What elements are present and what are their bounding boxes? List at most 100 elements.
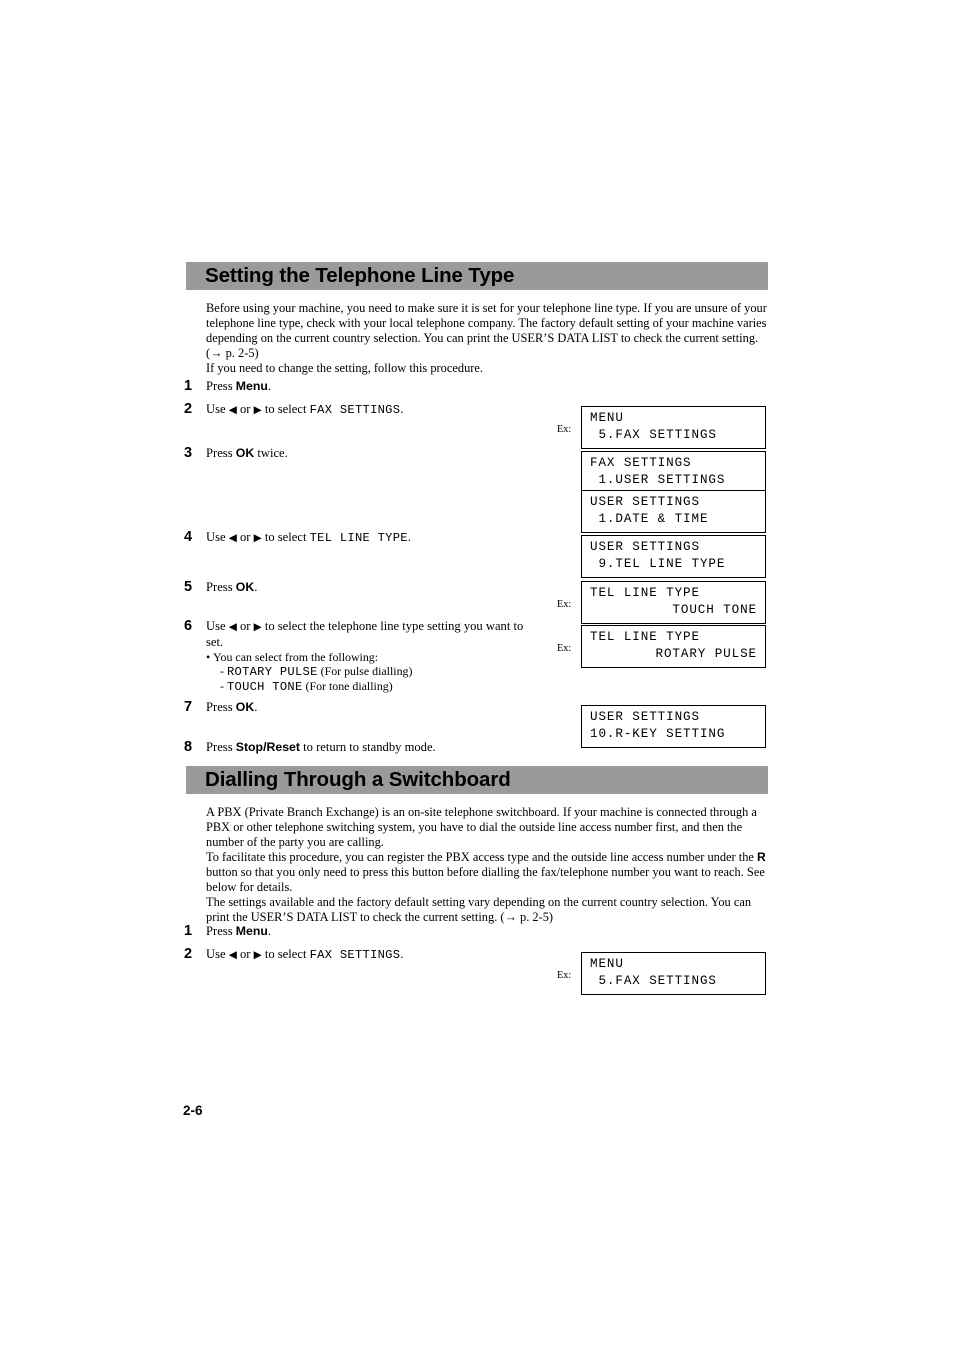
lcd-line-1: MENU — [590, 957, 624, 971]
lcd-line-1: MENU — [590, 411, 624, 425]
button-label-ok: OK — [235, 700, 255, 714]
step-text-pre: Use — [206, 530, 229, 544]
button-label-menu: Menu — [235, 924, 268, 938]
step-text-post: . — [267, 379, 272, 393]
menu-item-fax-settings: FAX SETTINGS — [309, 403, 401, 417]
right-arrow-icon: ▶ — [253, 622, 262, 633]
lcd-menu-fax-settings-2: MENU 5.FAX SETTINGS — [581, 952, 766, 995]
sublist-intro: • You can select from the following: — [206, 650, 534, 664]
step-text-post: . — [254, 580, 258, 594]
button-label-stop-reset: Stop/Reset — [235, 740, 300, 754]
option-touch-tone: TOUCH TONE — [226, 680, 303, 695]
right-arrow-icon: ▶ — [253, 533, 262, 544]
step-4: 4 Use ◀ or ▶ to select TEL LINE TYPE. — [184, 529, 564, 546]
step-number: 2 — [184, 946, 193, 962]
step-2: 2 Use ◀ or ▶ to select FAX SETTINGS. — [184, 401, 564, 418]
sublist-intro-text: You can select from the following: — [213, 650, 379, 664]
lcd-line-2: TOUCH TONE — [672, 603, 757, 617]
step-text-post: . — [407, 530, 412, 544]
lcd-user-r-key-setting: USER SETTINGS 10.R-KEY SETTING — [581, 705, 766, 748]
step-text-post: . — [400, 402, 404, 416]
step-text: Press Menu. — [206, 923, 564, 939]
lcd-line-2: ROTARY PULSE — [655, 647, 757, 661]
step-text-pre: Press — [206, 580, 236, 594]
step-text-pre: Use — [206, 402, 229, 416]
dash-icon: - — [220, 664, 224, 679]
lcd-menu-fax-settings: MENU 5.FAX SETTINGS — [581, 406, 766, 449]
menu-item-tel-line-type: TEL LINE TYPE — [309, 531, 408, 545]
step-text-mid: to select — [261, 530, 310, 544]
step-text-pre: Press — [206, 924, 236, 938]
step-text-pre: Use — [206, 619, 229, 633]
step-text-mid: to select — [261, 402, 310, 416]
lcd-fax-user-settings: FAX SETTINGS 1.USER SETTINGS — [581, 451, 766, 494]
step-text: Press OK. — [206, 699, 564, 715]
step-number: 1 — [184, 378, 193, 394]
step-1: 1 Press Menu. — [184, 378, 564, 394]
left-arrow-icon: ◀ — [228, 622, 237, 633]
bullet-icon: • — [206, 650, 211, 664]
step-number: 4 — [184, 529, 193, 545]
switchboard-paragraph-1: A PBX (Private Branch Exchange) is an on… — [206, 805, 757, 850]
left-arrow-icon: ◀ — [228, 405, 237, 416]
step-text: Use ◀ or ▶ to select FAX SETTINGS. — [206, 401, 564, 418]
lcd-line-1: TEL LINE TYPE — [590, 630, 700, 644]
switchboard-step-1: 1 Press Menu. — [184, 923, 564, 939]
step-text-post: . — [267, 924, 272, 938]
step-text-pre: Press — [206, 740, 236, 754]
intro-paragraph-1: Before using your machine, you need to m… — [206, 301, 767, 361]
section-heading-bar-telephone-line-type: Setting the Telephone Line Type — [186, 262, 768, 290]
step-7: 7 Press OK. — [184, 699, 564, 715]
intro-paragraph-2: If you need to change the setting, follo… — [206, 361, 483, 375]
lcd-line-1: USER SETTINGS — [590, 710, 700, 724]
lcd-line-1: USER SETTINGS — [590, 540, 700, 554]
lcd-ex-label: Ex: — [557, 643, 572, 654]
lcd-user-tel-line-type: USER SETTINGS 9.TEL LINE TYPE — [581, 535, 766, 578]
switchboard-paragraph-2: To facilitate this procedure, you can re… — [206, 850, 766, 895]
section-title: Setting the Telephone Line Type — [205, 263, 515, 287]
document-page: Setting the Telephone Line Type Before u… — [0, 0, 954, 1351]
section-heading-bar-dialling-through-switchboard: Dialling Through a Switchboard — [186, 766, 768, 794]
lcd-line-2: 10.R-KEY SETTING — [590, 727, 726, 741]
step-number: 2 — [184, 401, 193, 417]
option-rotary-pulse: ROTARY PULSE — [226, 665, 318, 680]
switchboard-step-2: 2 Use ◀ or ▶ to select FAX SETTINGS. — [184, 946, 564, 963]
option-touch-tone-note: (For tone dialling) — [302, 679, 393, 694]
step-text-post: to return to standby mode. — [299, 740, 436, 754]
lcd-line-2: 5.FAX SETTINGS — [590, 974, 717, 988]
menu-item-fax-settings: FAX SETTINGS — [309, 948, 401, 962]
left-arrow-icon: ◀ — [228, 950, 237, 961]
step-6-sublist: • You can select from the following: - R… — [206, 650, 534, 695]
lcd-line-1: FAX SETTINGS — [590, 456, 692, 470]
step-text-post: twice. — [254, 446, 288, 460]
lcd-line-2: 5.FAX SETTINGS — [590, 428, 717, 442]
step-text: Press OK twice. — [206, 445, 564, 461]
step-6: 6 Use ◀ or ▶ to select the telephone lin… — [184, 618, 534, 695]
dash-icon: - — [220, 679, 224, 694]
step-number: 6 — [184, 618, 193, 634]
step-text: Press Stop/Reset to return to standby mo… — [206, 739, 604, 755]
lcd-ex-label: Ex: — [557, 970, 572, 981]
step-text: Press Menu. — [206, 378, 564, 394]
lcd-tel-line-touch-tone: TEL LINE TYPE TOUCH TONE — [581, 581, 766, 624]
lcd-line-2: 1.DATE & TIME — [590, 512, 709, 526]
step-3: 3 Press OK twice. — [184, 445, 564, 461]
step-text-pre: Press — [206, 700, 236, 714]
step-text-pre: Use — [206, 947, 229, 961]
step-text: Press OK. — [206, 579, 564, 595]
lcd-tel-line-rotary-pulse: TEL LINE TYPE ROTARY PULSE — [581, 625, 766, 668]
lcd-line-2: 9.TEL LINE TYPE — [590, 557, 726, 571]
conjunction-or: or — [236, 530, 254, 544]
lcd-ex-label: Ex: — [557, 424, 572, 435]
button-label-ok: OK — [235, 446, 255, 460]
right-arrow-icon: ▶ — [253, 950, 262, 961]
step-text-pre: Press — [206, 446, 236, 460]
lcd-user-date-time: USER SETTINGS 1.DATE & TIME — [581, 490, 766, 533]
lcd-line-1: TEL LINE TYPE — [590, 586, 700, 600]
step-text: Use ◀ or ▶ to select FAX SETTINGS. — [206, 946, 564, 963]
page-folio: 2-6 — [183, 1103, 203, 1118]
step-number: 3 — [184, 445, 193, 461]
option-rotary-pulse-note: (For pulse dialling) — [317, 664, 413, 679]
button-label-r: R — [757, 850, 766, 864]
switchboard-paragraph-3: The settings available and the factory d… — [206, 895, 752, 925]
